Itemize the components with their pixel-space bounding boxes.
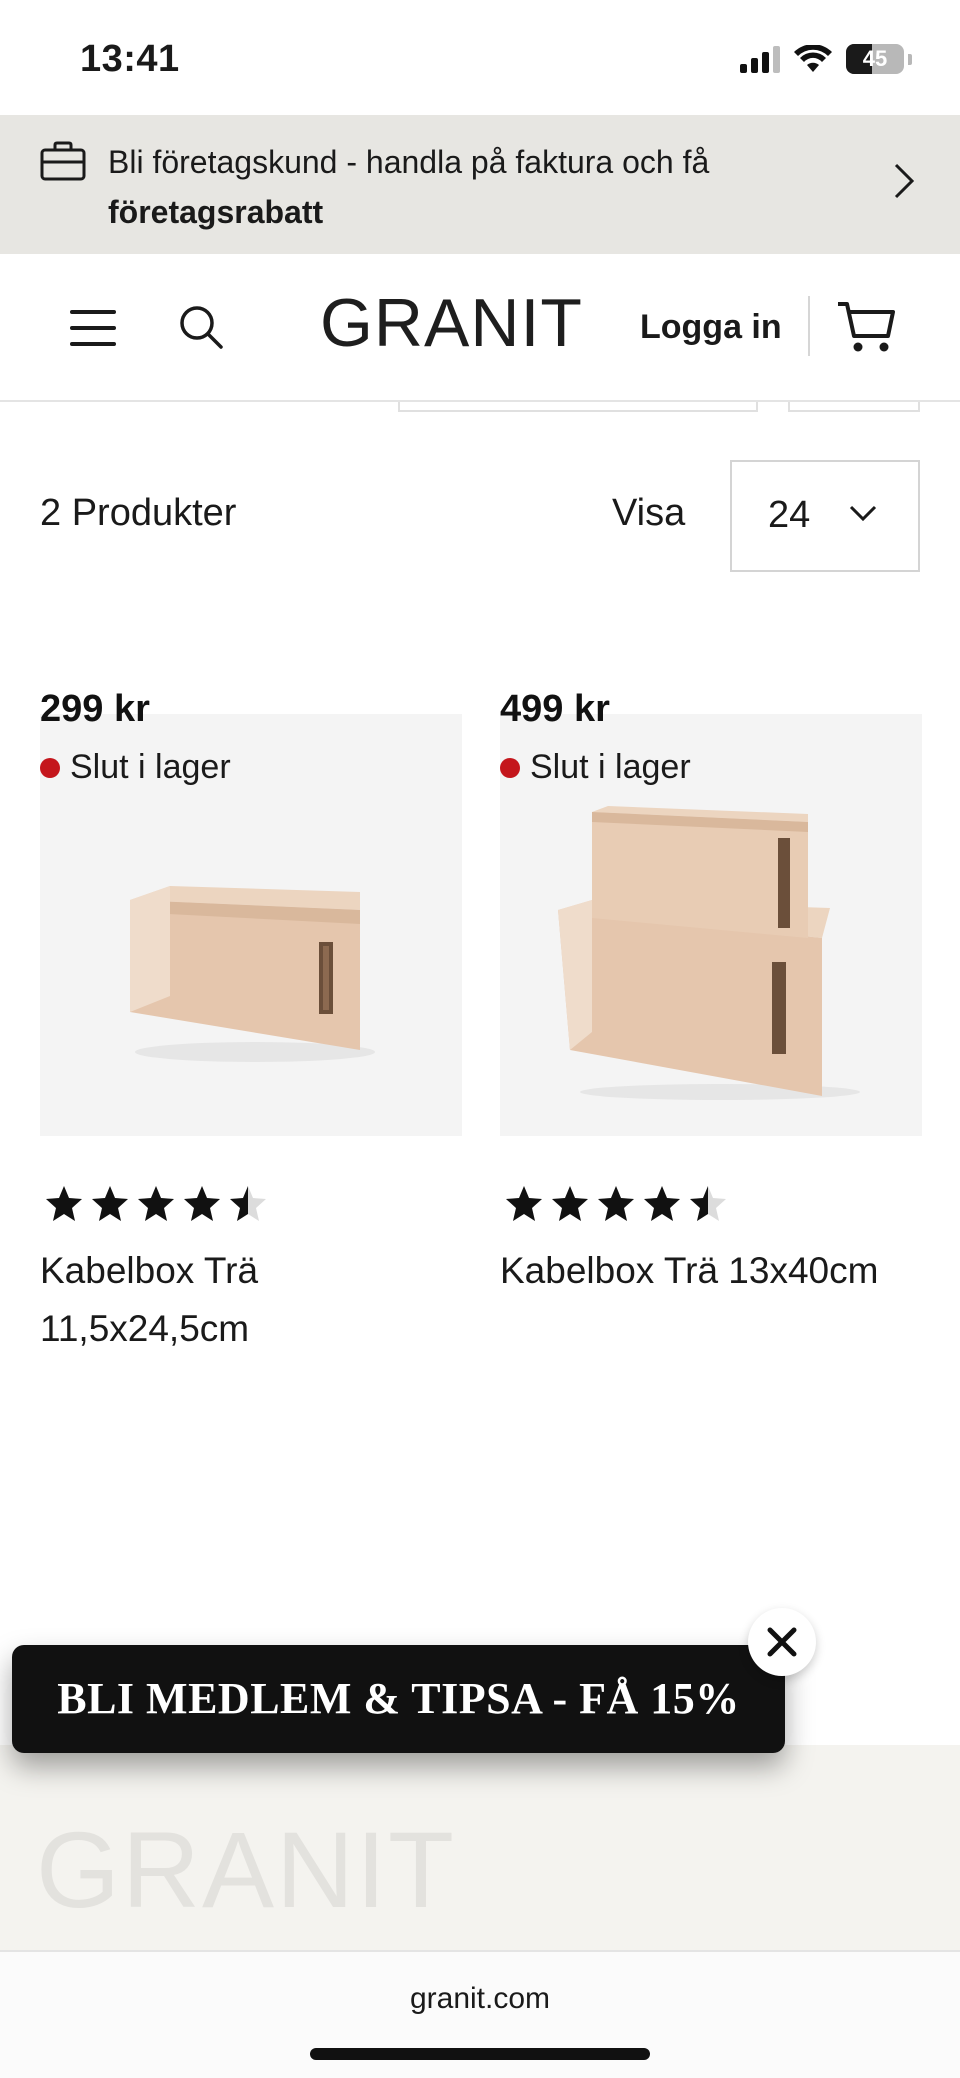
url-text[interactable]: granit.com	[0, 1982, 960, 2016]
stock-status: Slut i lager	[40, 748, 231, 787]
footer-logo: GRANIT	[36, 1809, 457, 1930]
membership-popup-text: BLI MEDLEM & TIPSA - FÅ 15%	[57, 1674, 740, 1723]
rating-stars	[40, 1184, 462, 1224]
filter-box-partial	[788, 402, 920, 412]
product-card[interactable]: Kabelbox Trä 13x40cm	[500, 714, 922, 1300]
rating-stars	[500, 1184, 922, 1224]
battery-icon: 45	[846, 44, 904, 74]
cellular-signal-icon	[740, 45, 780, 73]
out-of-stock-dot	[500, 757, 520, 778]
close-icon	[767, 1627, 797, 1657]
briefcase-icon	[40, 141, 86, 181]
login-link[interactable]: Logga in	[640, 308, 782, 347]
stock-label: Slut i lager	[70, 748, 231, 786]
product-card[interactable]: Kabelbox Trä 11,5x24,5cm	[40, 714, 462, 1358]
cart-icon[interactable]	[836, 300, 896, 354]
star-icon	[184, 1186, 220, 1221]
star-icon	[552, 1186, 588, 1221]
status-bar: 13:41 45	[0, 0, 960, 115]
status-icons: 45	[740, 44, 912, 74]
star-icon	[598, 1186, 634, 1221]
chevron-down-icon	[849, 505, 877, 522]
product-price: 299 kr	[40, 688, 150, 730]
home-indicator	[310, 2048, 650, 2060]
wifi-icon	[794, 45, 832, 72]
per-page-select[interactable]: 24	[730, 460, 920, 572]
header-divider	[808, 296, 810, 356]
business-promo-banner[interactable]: Bli företagskund - handla på faktura och…	[0, 115, 960, 254]
site-logo[interactable]: GRANIT	[320, 284, 583, 362]
menu-icon[interactable]	[70, 310, 116, 346]
filter-box-partial	[398, 402, 758, 412]
star-icon	[644, 1186, 680, 1221]
browser-address-bar[interactable]: granit.com	[0, 1950, 960, 2078]
star-icon	[46, 1186, 82, 1221]
star-icon	[230, 1186, 266, 1221]
out-of-stock-dot	[40, 757, 60, 778]
star-icon	[138, 1186, 174, 1221]
close-popup-button[interactable]	[748, 1608, 816, 1676]
promo-text: Bli företagskund - handla på faktura och…	[108, 137, 848, 237]
chevron-right-icon[interactable]	[892, 161, 916, 201]
search-icon[interactable]	[178, 304, 224, 350]
star-icon	[92, 1186, 128, 1221]
per-page-label: Visa	[612, 492, 686, 534]
per-page-value: 24	[768, 494, 811, 536]
product-name[interactable]: Kabelbox Trä 13x40cm	[500, 1242, 922, 1300]
status-time: 13:41	[80, 38, 180, 80]
membership-popup[interactable]: BLI MEDLEM & TIPSA - FÅ 15%	[12, 1645, 785, 1753]
product-name[interactable]: Kabelbox Trä 11,5x24,5cm	[40, 1242, 462, 1358]
site-footer: GRANIT	[0, 1745, 960, 1950]
star-icon	[506, 1186, 542, 1221]
promo-text-line1: Bli företagskund - handla på faktura och…	[108, 144, 710, 180]
promo-text-line2: företagsrabatt	[108, 194, 324, 230]
stock-status: Slut i lager	[500, 748, 691, 787]
product-count: 2 Produkter	[40, 492, 237, 534]
site-header: GRANIT Logga in	[0, 254, 960, 402]
battery-nub	[908, 53, 912, 65]
product-price: 499 kr	[500, 688, 610, 730]
star-icon	[690, 1186, 726, 1221]
stock-label: Slut i lager	[530, 748, 691, 786]
battery-percent: 45	[862, 46, 888, 71]
